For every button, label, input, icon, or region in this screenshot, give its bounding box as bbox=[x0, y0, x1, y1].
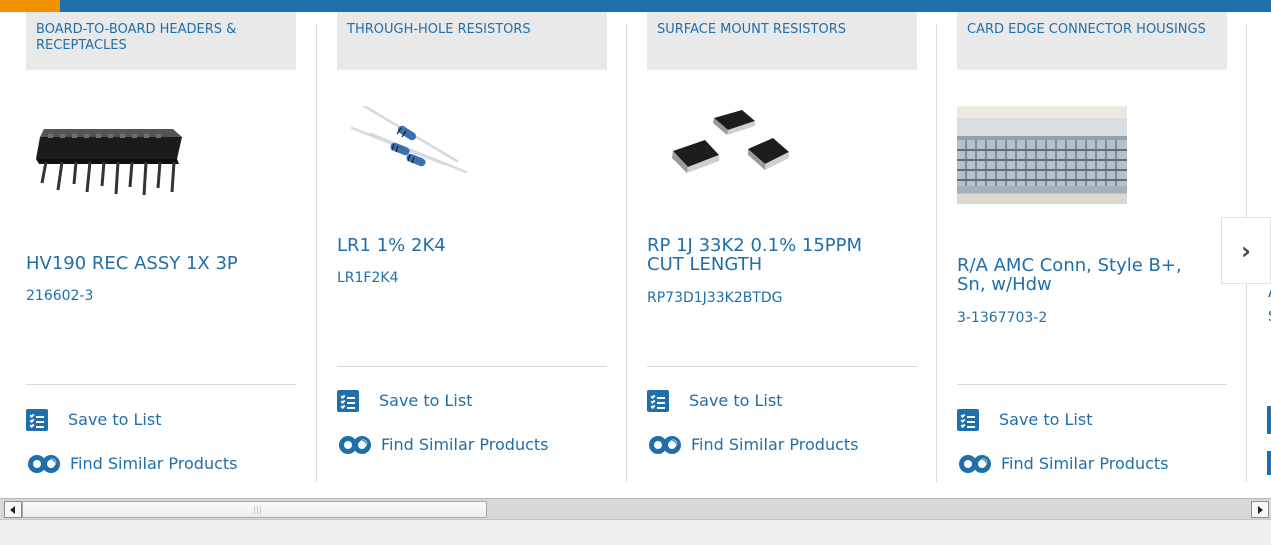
surface-mount-resistors-image bbox=[647, 106, 817, 204]
find-similar-label: Find Similar Products bbox=[70, 454, 238, 473]
product-carousel-viewport: BOARD-TO-BOARD HEADERS & RECEPTACLES HV1… bbox=[0, 0, 1271, 498]
product-image[interactable] bbox=[647, 106, 817, 204]
find-similar-icon: ◎ bbox=[646, 433, 685, 457]
save-to-list-button[interactable]: Save to List bbox=[26, 408, 161, 432]
product-card: THROUGH-HOLE RESISTORS LR1 1% 2K4 LR1F2K… bbox=[316, 12, 626, 492]
save-to-list-label: Save to List bbox=[68, 410, 162, 429]
save-to-list-button[interactable]: Save to List bbox=[957, 408, 1092, 432]
save-to-list-label: Save to List bbox=[689, 391, 783, 410]
card-separator bbox=[337, 366, 607, 367]
find-similar-label: Find Similar Products bbox=[1001, 454, 1169, 473]
product-card: BOARD-TO-BOARD HEADERS & RECEPTACLES HV1… bbox=[10, 12, 316, 492]
scroll-thumb-grip-icon bbox=[254, 506, 261, 514]
find-similar-label: Find Similar Products bbox=[691, 435, 859, 454]
product-image[interactable] bbox=[26, 106, 196, 204]
product-image[interactable] bbox=[337, 106, 507, 204]
save-list-icon bbox=[647, 390, 669, 412]
save-list-icon bbox=[26, 409, 48, 431]
header-connector-image bbox=[26, 106, 196, 204]
find-similar-icon: ◎ bbox=[956, 452, 995, 476]
carousel-next-button[interactable]: › bbox=[1221, 217, 1271, 284]
save-list-icon bbox=[957, 409, 979, 431]
find-similar-products-button[interactable]: ◎ Find Similar Products bbox=[956, 452, 1169, 476]
product-category[interactable]: CARD EDGE CONNECTOR HOUSINGS bbox=[957, 12, 1227, 70]
save-to-list-label: Save to List bbox=[379, 391, 473, 410]
product-title[interactable]: LR1 1% 2K4 bbox=[337, 236, 587, 255]
find-similar-icon: ◎ bbox=[25, 452, 64, 476]
save-to-list-button[interactable]: Save to List bbox=[337, 389, 472, 413]
product-sku[interactable]: 3-1367703-2 bbox=[957, 310, 1207, 326]
product-sku[interactable]: 216602-3 bbox=[26, 288, 276, 304]
product-title[interactable]: HV190 REC ASSY 1X 3P bbox=[26, 254, 276, 273]
chevron-right-icon: › bbox=[1241, 236, 1251, 265]
product-title[interactable]: RP 1J 33K2 0.1% 15PPM CUT LENGTH bbox=[647, 236, 897, 274]
scroll-left-button[interactable] bbox=[4, 501, 22, 518]
scroll-right-button[interactable] bbox=[1251, 501, 1269, 518]
top-color-bar bbox=[0, 0, 1271, 12]
bottom-empty-area bbox=[0, 520, 1271, 545]
find-similar-products-button[interactable]: ◎ Find Similar Products bbox=[25, 452, 238, 476]
partial-next-similar-icon[interactable] bbox=[1267, 451, 1271, 475]
product-sku[interactable]: RP73D1J33K2BTDG bbox=[647, 290, 897, 306]
product-category[interactable]: BOARD-TO-BOARD HEADERS & RECEPTACLES bbox=[26, 12, 296, 70]
card-separator bbox=[26, 384, 296, 385]
product-title[interactable]: R/A AMC Conn, Style B+, Sn, w/Hdw bbox=[957, 256, 1207, 294]
horizontal-scrollbar[interactable] bbox=[0, 498, 1271, 520]
find-similar-products-button[interactable]: ◎ Find Similar Products bbox=[336, 433, 549, 457]
save-to-list-label: Save to List bbox=[999, 410, 1093, 429]
product-sku[interactable]: LR1F2K4 bbox=[337, 270, 587, 286]
card-separator bbox=[957, 384, 1227, 385]
card-separator bbox=[647, 366, 917, 367]
product-category[interactable]: SURFACE MOUNT RESISTORS bbox=[647, 12, 917, 70]
scroll-right-arrow-icon bbox=[1258, 506, 1263, 514]
product-card: CARD EDGE CONNECTOR HOUSINGS R/A AMC Con… bbox=[936, 12, 1246, 492]
through-hole-resistors-image bbox=[337, 106, 507, 204]
product-image[interactable] bbox=[957, 106, 1127, 204]
scroll-thumb[interactable] bbox=[22, 501, 487, 518]
find-similar-products-button[interactable]: ◎ Find Similar Products bbox=[646, 433, 859, 457]
product-card: SURFACE MOUNT RESISTORS RP 1J 33K2 0.1% … bbox=[626, 12, 936, 492]
scroll-left-arrow-icon bbox=[10, 506, 15, 514]
find-similar-icon: ◎ bbox=[336, 433, 375, 457]
partial-next-save-icon[interactable] bbox=[1267, 406, 1271, 434]
card-edge-connector-image bbox=[957, 106, 1127, 204]
product-carousel-track: BOARD-TO-BOARD HEADERS & RECEPTACLES HV1… bbox=[0, 12, 1271, 498]
save-list-icon bbox=[337, 390, 359, 412]
top-accent-bar bbox=[0, 0, 60, 12]
product-category[interactable]: THROUGH-HOLE RESISTORS bbox=[337, 12, 607, 70]
find-similar-label: Find Similar Products bbox=[381, 435, 549, 454]
save-to-list-button[interactable]: Save to List bbox=[647, 389, 782, 413]
